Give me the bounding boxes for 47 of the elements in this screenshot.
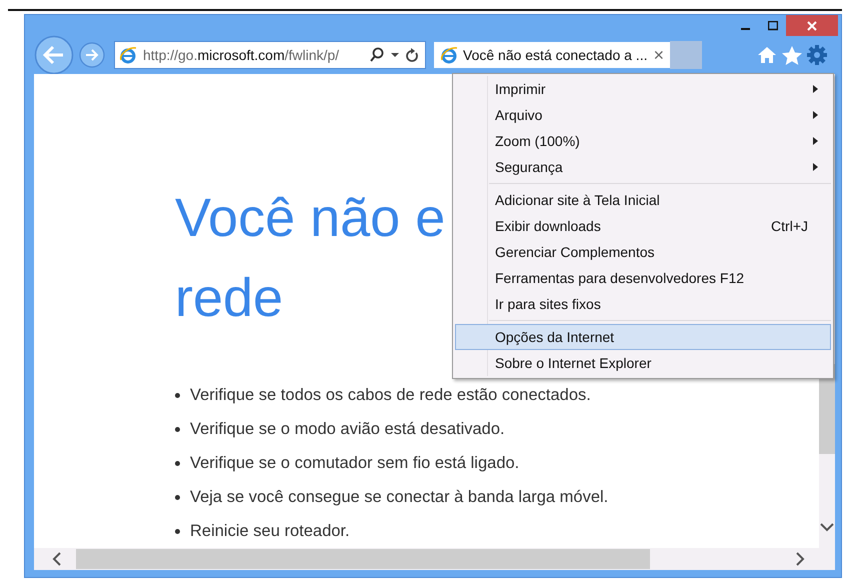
address-bar[interactable]: http://go.microsoft.com/fwlink/p/ bbox=[114, 41, 426, 69]
browser-tab[interactable]: Você não está conectado a ... × bbox=[434, 42, 670, 68]
menu-item[interactable]: Gerenciar Complementos bbox=[455, 239, 831, 265]
settings-icon[interactable] bbox=[807, 45, 827, 65]
bullet-icon bbox=[175, 460, 180, 466]
scroll-left-icon[interactable] bbox=[52, 552, 62, 566]
page-heading: Você não e bbox=[175, 187, 446, 250]
refresh-icon[interactable] bbox=[405, 47, 419, 63]
bullet-icon bbox=[175, 392, 180, 398]
ie-logo-icon bbox=[119, 46, 137, 64]
minimize-icon bbox=[741, 28, 750, 30]
search-icon[interactable] bbox=[369, 47, 385, 63]
bullet-text: Verifique se todos os cabos de rede estão conectados. bbox=[190, 386, 591, 404]
bullet-text: Veja se você consegue se conectar à banda larga móvel. bbox=[190, 488, 608, 506]
tab-close-button[interactable]: × bbox=[653, 44, 664, 66]
menu-item[interactable]: Ferramentas para desenvolvedores F12 bbox=[455, 265, 831, 291]
close-button[interactable] bbox=[786, 15, 838, 36]
close-icon bbox=[807, 20, 817, 30]
url-text: http://go.microsoft.com/fwlink/p/ bbox=[143, 47, 340, 63]
horizontal-scrollbar[interactable] bbox=[34, 548, 835, 570]
star-icon[interactable] bbox=[782, 46, 802, 64]
scroll-right-icon[interactable] bbox=[795, 552, 805, 566]
scrollbar-thumb[interactable] bbox=[76, 549, 650, 569]
tab-title: Você não está conectado a ... bbox=[463, 47, 648, 63]
menu-item[interactable]: Opções da Internet bbox=[455, 324, 831, 350]
page-heading: rede bbox=[175, 267, 284, 330]
bullet-icon bbox=[175, 494, 180, 500]
menu-item[interactable]: Adicionar site à Tela Inicial bbox=[455, 187, 831, 213]
menu-item[interactable]: Segurança bbox=[455, 154, 831, 180]
dropdown-icon[interactable] bbox=[391, 52, 399, 58]
menu-item[interactable]: Sobre o Internet Explorer bbox=[455, 350, 831, 376]
bullet-text: Verifique se o comutador sem fio está ligado. bbox=[190, 454, 520, 472]
menu-item[interactable]: Ir para sites fixos bbox=[455, 291, 831, 317]
bullet-icon bbox=[175, 528, 180, 534]
menu-item[interactable]: Arquivo bbox=[455, 102, 831, 128]
bullet-icon bbox=[175, 426, 180, 432]
forward-icon[interactable] bbox=[79, 42, 105, 68]
menu-item[interactable]: Imprimir bbox=[455, 76, 831, 102]
maximize-icon bbox=[768, 20, 778, 30]
home-icon[interactable] bbox=[757, 46, 777, 64]
menu-item[interactable]: Exibir downloads Ctrl+J bbox=[455, 213, 831, 239]
back-icon[interactable] bbox=[34, 35, 74, 75]
bullet-text: Reinicie seu roteador. bbox=[190, 522, 350, 540]
scroll-down-icon[interactable] bbox=[820, 522, 834, 532]
menu-item[interactable]: Zoom (100%) bbox=[455, 128, 831, 154]
bullet-text: Verifique se o modo avião está desativado. bbox=[190, 420, 505, 438]
ie-logo-icon bbox=[440, 46, 458, 64]
